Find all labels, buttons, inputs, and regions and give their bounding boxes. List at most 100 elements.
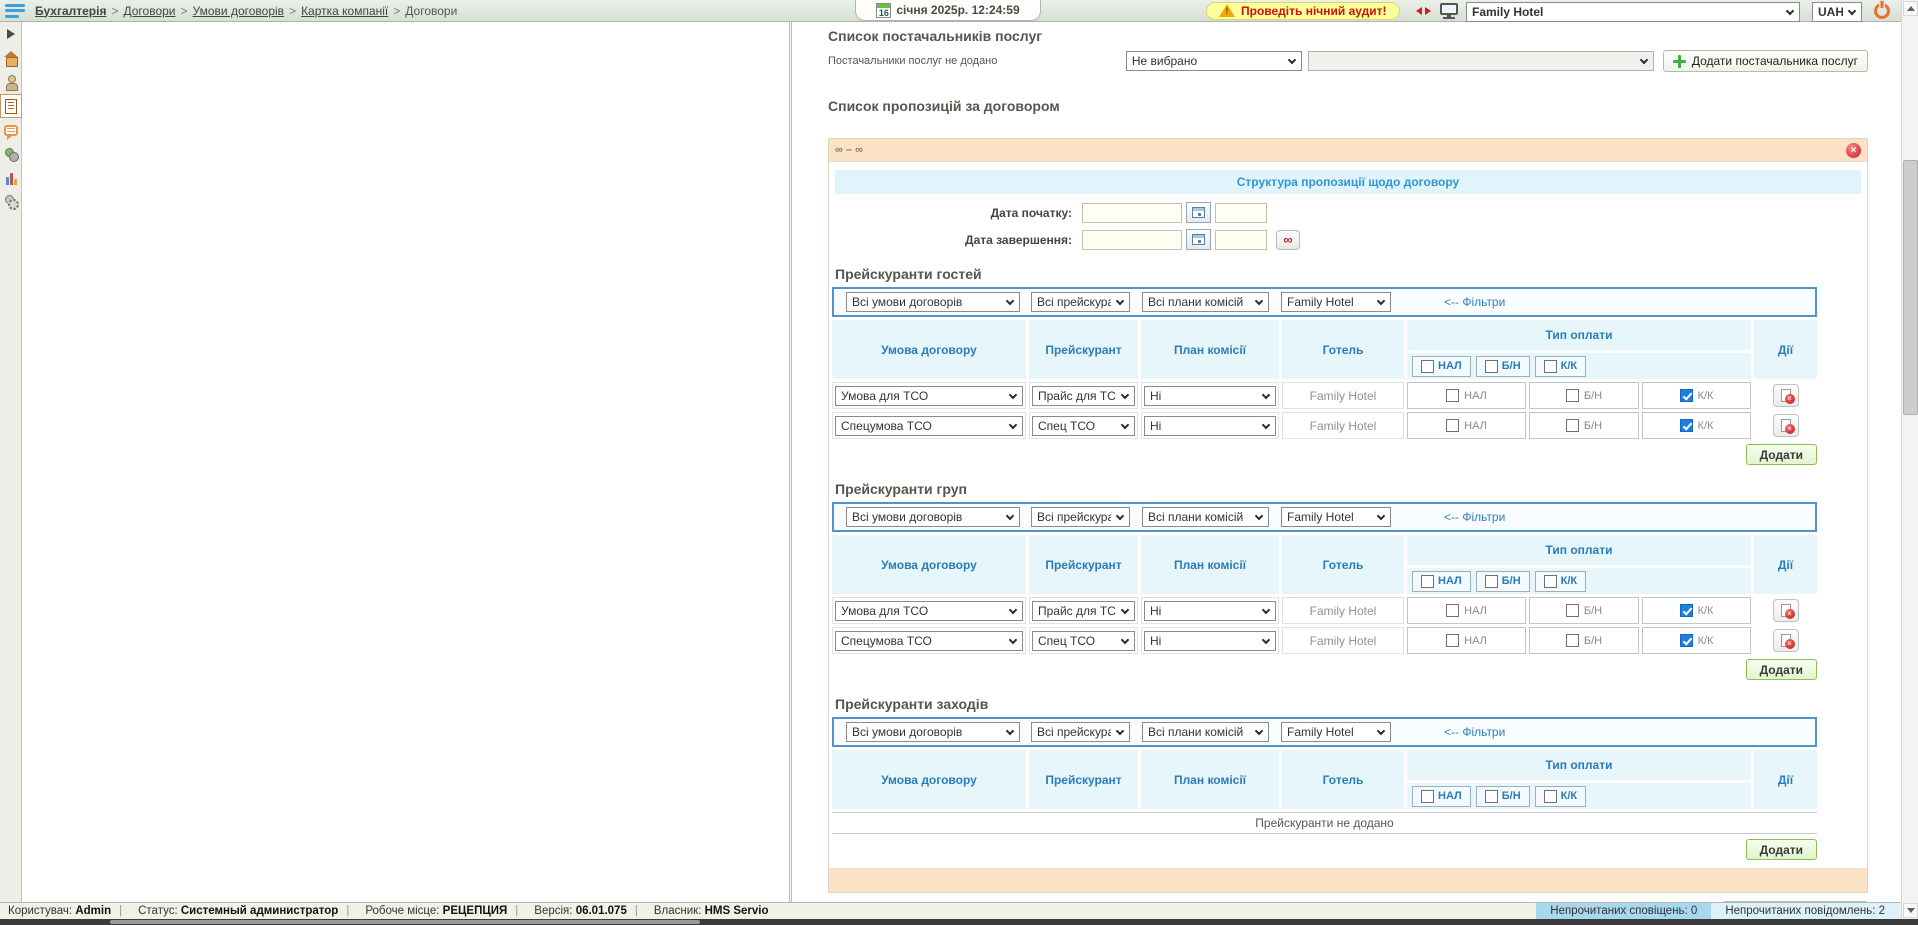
sidebar-item-reports[interactable] (0, 166, 22, 190)
payment-card-filter[interactable]: К/К (1535, 356, 1586, 377)
row-pricelist-select[interactable]: Спец ТСО (1029, 627, 1138, 654)
filter-commissions-select[interactable]: Всі плани комісій (1142, 507, 1269, 527)
calendar-picker-button[interactable] (1186, 202, 1211, 223)
breadcrumb-contract-terms[interactable]: Умови договорів (193, 4, 285, 18)
row-pricelist-select[interactable]: Спец ТСО (1029, 412, 1138, 439)
filter-pricelists-select[interactable]: Всі прейскуранти (1031, 722, 1130, 742)
scrollbar-thumb[interactable] (110, 920, 700, 924)
checkbox[interactable] (1566, 419, 1579, 432)
payment-cash-filter[interactable]: НАЛ (1412, 356, 1471, 377)
checkbox[interactable] (1446, 604, 1459, 617)
filter-hotel-select[interactable]: Family Hotel (1281, 507, 1391, 527)
power-icon[interactable] (1874, 3, 1890, 19)
payment-bank-filter[interactable]: Б/Н (1476, 356, 1530, 377)
checkbox[interactable] (1544, 360, 1557, 373)
checkbox[interactable] (1421, 575, 1434, 588)
checkbox[interactable] (1485, 360, 1498, 373)
checkbox[interactable] (1421, 360, 1434, 373)
filter-conditions-select[interactable]: Всі умови договорів (846, 507, 1020, 527)
row-pricelist-select[interactable]: Прайс для ТСО (1029, 597, 1138, 624)
collapse-arrows-icon[interactable] (1416, 7, 1431, 15)
row-payment-bank[interactable]: Б/Н (1529, 412, 1639, 439)
hotel-select[interactable]: Family Hotel (1466, 2, 1800, 22)
row-condition-select[interactable]: Умова для ТСО (832, 382, 1026, 409)
checkbox[interactable] (1485, 575, 1498, 588)
scrollbar-thumb[interactable] (1903, 160, 1918, 415)
date-end-time-input[interactable] (1215, 230, 1267, 250)
filter-pricelists-select[interactable]: Всі прейскуранти (1031, 292, 1130, 312)
breadcrumb-accounting[interactable]: Бухгалтерія (35, 4, 106, 18)
row-payment-card[interactable]: К/К (1642, 412, 1751, 439)
row-commission-select[interactable]: Ні (1141, 412, 1279, 439)
delete-row-button[interactable] (1773, 629, 1799, 652)
payment-card-filter[interactable]: К/К (1535, 571, 1586, 592)
filter-hotel-select[interactable]: Family Hotel (1281, 292, 1391, 312)
date-start-time-input[interactable] (1215, 203, 1267, 223)
filter-conditions-select[interactable]: Всі умови договорів (846, 722, 1020, 742)
checkbox[interactable] (1544, 790, 1557, 803)
row-payment-cash[interactable]: НАЛ (1407, 597, 1526, 624)
row-payment-card[interactable]: К/К (1642, 627, 1751, 654)
payment-card-filter[interactable]: К/К (1535, 786, 1586, 807)
filters-link[interactable]: <-- Фільтри (1444, 295, 1505, 309)
payment-cash-filter[interactable]: НАЛ (1412, 571, 1471, 592)
payment-bank-filter[interactable]: Б/Н (1476, 571, 1530, 592)
row-payment-bank[interactable]: Б/Н (1529, 627, 1639, 654)
payment-cash-filter[interactable]: НАЛ (1412, 786, 1471, 807)
row-commission-select[interactable]: Ні (1141, 627, 1279, 654)
events-add-button[interactable]: Додати (1746, 839, 1817, 860)
row-payment-cash[interactable]: НАЛ (1407, 412, 1526, 439)
breadcrumb-contracts[interactable]: Договори (124, 4, 176, 18)
filters-link[interactable]: <-- Фільтри (1444, 510, 1505, 524)
row-pricelist-select[interactable]: Прайс для ТСО (1029, 382, 1138, 409)
row-commission-select[interactable]: Ні (1141, 597, 1279, 624)
row-payment-cash[interactable]: НАЛ (1407, 382, 1526, 409)
payment-bank-filter[interactable]: Б/Н (1476, 786, 1530, 807)
add-supplier-button[interactable]: Додати постачальника послуг (1663, 50, 1868, 72)
delete-row-button[interactable] (1773, 414, 1799, 437)
workstation-icon[interactable] (1440, 3, 1458, 15)
row-payment-bank[interactable]: Б/Н (1529, 597, 1639, 624)
supplier-select[interactable] (1308, 51, 1654, 71)
checkbox[interactable] (1566, 604, 1579, 617)
infinity-button[interactable]: ∞ (1276, 230, 1300, 250)
filter-commissions-select[interactable]: Всі плани комісій (1142, 292, 1269, 312)
breadcrumb-company-card[interactable]: Картка компанії (301, 4, 388, 18)
sidebar-item-messages[interactable] (0, 118, 22, 142)
row-condition-select[interactable]: Умова для ТСО (832, 597, 1026, 624)
unread-notifications-badge[interactable]: Непрочитаних сповіщень: 0 (1536, 903, 1711, 920)
vertical-scrollbar[interactable] (1901, 0, 1918, 919)
checkbox[interactable] (1680, 604, 1693, 617)
delete-row-button[interactable] (1773, 599, 1799, 622)
currency-select[interactable]: UAH (1812, 2, 1862, 22)
row-payment-bank[interactable]: Б/Н (1529, 382, 1639, 409)
supplier-type-select[interactable]: Не вибрано (1126, 51, 1302, 71)
checkbox[interactable] (1446, 634, 1459, 647)
delete-row-button[interactable] (1773, 384, 1799, 407)
sidebar-expand-button[interactable] (0, 22, 22, 46)
checkbox[interactable] (1680, 389, 1693, 402)
row-condition-select[interactable]: Спецумова ТСО (832, 412, 1026, 439)
checkbox[interactable] (1566, 389, 1579, 402)
checkbox[interactable] (1680, 419, 1693, 432)
checkbox[interactable] (1680, 634, 1693, 647)
sidebar-item-home[interactable] (0, 46, 22, 70)
groups-add-button[interactable]: Додати (1746, 659, 1817, 680)
close-icon[interactable] (1846, 143, 1861, 158)
filter-pricelists-select[interactable]: Всі прейскуранти (1031, 507, 1130, 527)
checkbox[interactable] (1421, 790, 1434, 803)
date-start-input[interactable] (1082, 203, 1182, 223)
filters-link[interactable]: <-- Фільтри (1444, 725, 1505, 739)
row-payment-card[interactable]: К/К (1642, 382, 1751, 409)
checkbox[interactable] (1566, 634, 1579, 647)
checkbox[interactable] (1485, 790, 1498, 803)
row-payment-cash[interactable]: НАЛ (1407, 627, 1526, 654)
checkbox[interactable] (1446, 389, 1459, 402)
night-audit-warning[interactable]: Проведіть нічний аудит! (1206, 2, 1400, 20)
scroll-down-arrow[interactable] (1903, 903, 1918, 918)
filter-conditions-select[interactable]: Всі умови договорів (846, 292, 1020, 312)
guests-add-button[interactable]: Додати (1746, 444, 1817, 465)
date-end-input[interactable] (1082, 230, 1182, 250)
menu-icon[interactable] (5, 4, 25, 18)
scroll-up-arrow[interactable] (1903, 1, 1918, 16)
